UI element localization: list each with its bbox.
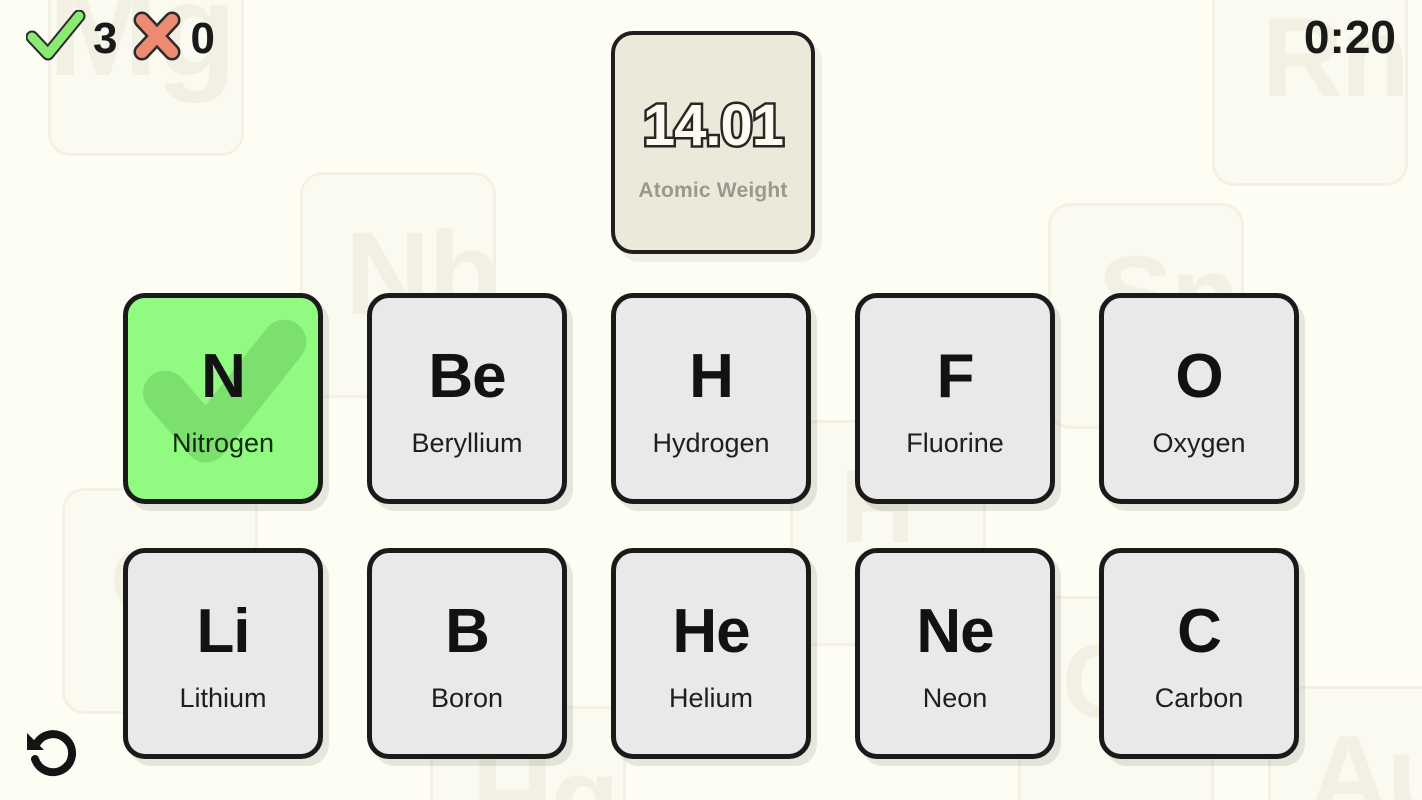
correct-score: 3 — [25, 9, 118, 67]
red-x-icon — [131, 11, 183, 66]
undo-button[interactable] — [16, 716, 92, 792]
answer-grid: N Nitrogen Be Beryllium H Hydrogen F Fluorine O O… — [0, 293, 1422, 759]
answer-row: N Nitrogen Be Beryllium H Hydrogen F Fluorine O O… — [0, 293, 1422, 504]
score-group: 3 0 — [25, 9, 215, 67]
prompt-card: 14.01 Atomic Weight — [611, 31, 815, 254]
element-card-carbon[interactable]: C Carbon — [1099, 548, 1299, 759]
element-name: Fluorine — [906, 428, 1004, 458]
element-symbol: N — [201, 342, 246, 411]
element-card-neon[interactable]: Ne Neon — [855, 548, 1055, 759]
element-symbol: O — [1175, 342, 1223, 411]
element-symbol: Li — [196, 597, 250, 666]
element-name: Boron — [430, 683, 504, 713]
element-card-hydrogen[interactable]: H Hydrogen — [611, 293, 811, 504]
element-symbol: B — [445, 597, 490, 666]
timer: 0:20 — [1303, 11, 1396, 63]
answer-row: Li Lithium B Boron He Helium Ne Neon C Carbon — [0, 548, 1422, 759]
element-name: Neon — [922, 683, 988, 713]
element-symbol: Be — [428, 342, 506, 411]
wrong-count: 0 — [190, 13, 215, 63]
element-name: Beryllium — [411, 428, 523, 458]
element-card-beryllium[interactable]: Be Beryllium — [367, 293, 567, 504]
green-check-icon — [25, 9, 86, 67]
wrong-score: 0 — [131, 11, 215, 66]
element-symbol: Ne — [916, 597, 994, 666]
element-name: Oxygen — [1152, 428, 1246, 458]
element-card-boron[interactable]: B Boron — [367, 548, 567, 759]
element-name: Nitrogen — [171, 428, 275, 458]
element-card-nitrogen[interactable]: N Nitrogen — [123, 293, 323, 504]
element-name: Lithium — [179, 683, 267, 713]
prompt-label: Atomic Weight — [638, 178, 788, 202]
element-name: Carbon — [1154, 683, 1244, 713]
element-card-fluorine[interactable]: F Fluorine — [855, 293, 1055, 504]
element-name: Hydrogen — [652, 428, 770, 458]
element-card-helium[interactable]: He Helium — [611, 548, 811, 759]
element-symbol: He — [672, 597, 750, 666]
element-name: Helium — [668, 683, 754, 713]
correct-count: 3 — [93, 13, 118, 63]
element-symbol: H — [689, 342, 734, 411]
element-symbol: C — [1177, 597, 1222, 666]
element-card-lithium[interactable]: Li Lithium — [123, 548, 323, 759]
element-card-oxygen[interactable]: O Oxygen — [1099, 293, 1299, 504]
element-symbol: F — [936, 342, 975, 411]
prompt-value: 14.01 — [640, 92, 786, 158]
undo-arrow-icon — [23, 721, 85, 788]
